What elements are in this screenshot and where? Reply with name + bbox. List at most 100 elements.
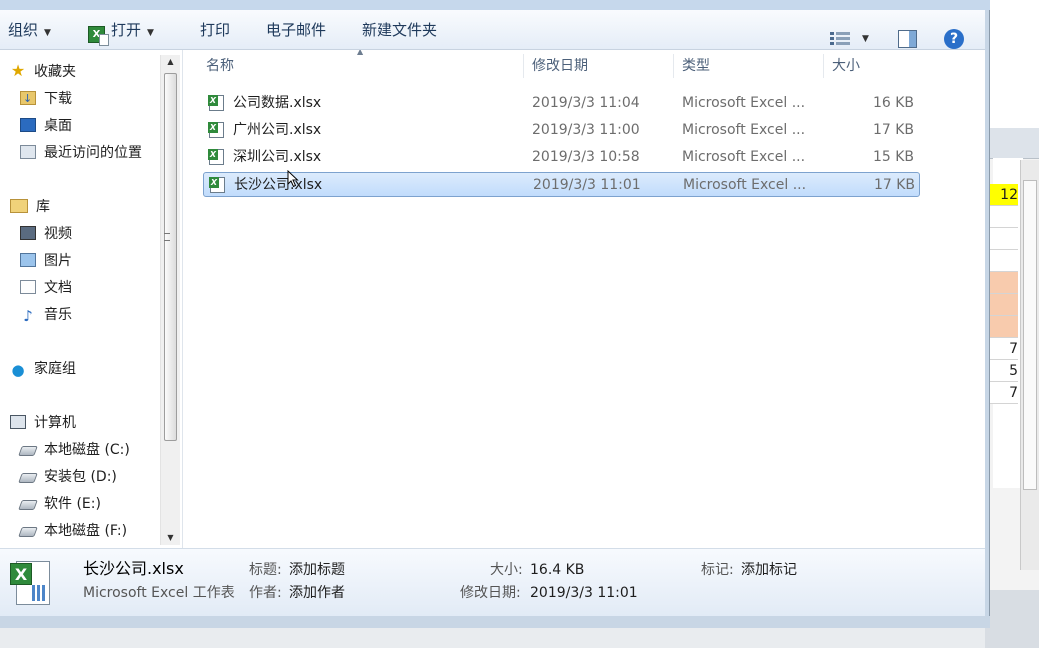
drive-icon — [18, 527, 38, 537]
excel-cell[interactable]: 12 — [990, 184, 1018, 206]
column-divider[interactable] — [673, 54, 674, 78]
nav-item-pictures[interactable]: 图片 — [20, 250, 72, 272]
pictures-icon — [20, 253, 36, 267]
library-icon — [10, 199, 28, 213]
column-header-date[interactable]: 修改日期 — [532, 50, 588, 82]
details-file-type: Microsoft Excel 工作表 — [83, 585, 235, 601]
nav-item-label: 最近访问的位置 — [44, 145, 142, 161]
excel-scroll-thumb[interactable] — [1023, 180, 1037, 490]
file-name: 长沙公司.xlsx — [234, 177, 323, 193]
details-title-label: 标题: — [249, 562, 282, 578]
scroll-down-icon[interactable]: ▼ — [161, 531, 180, 545]
nav-item-label: 软件 (E:) — [44, 496, 101, 512]
drive-icon — [18, 446, 38, 456]
video-icon — [20, 226, 36, 240]
column-header-size[interactable]: 大小 — [832, 50, 860, 82]
excel-file-icon — [208, 122, 224, 138]
nav-item-desktop[interactable]: 桌面 — [20, 115, 72, 137]
file-row-selected[interactable]: 长沙公司.xlsx 2019/3/3 11:01 Microsoft Excel… — [203, 172, 920, 197]
file-type: Microsoft Excel ... — [682, 95, 806, 111]
scroll-up-icon[interactable]: ▲ — [161, 55, 180, 69]
nav-item-computer[interactable]: 计算机 — [10, 412, 76, 434]
nav-scroll-thumb[interactable] — [164, 73, 177, 441]
nav-item-drive-f[interactable]: 本地磁盘 (F:) — [18, 520, 127, 542]
excel-cell[interactable] — [990, 206, 1018, 228]
nav-item-label: 桌面 — [44, 118, 72, 134]
file-date: 2019/3/3 10:58 — [532, 149, 640, 165]
new-folder-button[interactable]: 新建文件夹 — [362, 10, 437, 50]
excel-sheet-tabs — [985, 590, 1039, 648]
nav-item-drive-e[interactable]: 软件 (E:) — [18, 493, 101, 515]
file-date: 2019/3/3 11:00 — [532, 122, 640, 138]
details-modified-value: 2019/3/3 11:01 — [530, 585, 638, 601]
details-tags-label: 标记: — [701, 562, 734, 578]
music-icon: ♪ — [23, 307, 33, 325]
email-button[interactable]: 电子邮件 — [266, 10, 326, 50]
details-modified-label: 修改日期: — [460, 585, 521, 601]
file-row[interactable]: 公司数据.xlsx 2019/3/3 11:04 Microsoft Excel… — [203, 91, 920, 116]
excel-column-header — [985, 128, 1039, 159]
help-icon[interactable]: ? — [944, 29, 964, 49]
file-size: 16 KB — [872, 95, 914, 111]
excel-cell[interactable] — [990, 272, 1018, 294]
computer-icon — [10, 415, 26, 429]
nav-item-label: 库 — [36, 199, 50, 215]
organize-button[interactable]: 组织 ▼ — [8, 10, 51, 50]
excel-vertical-scrollbar[interactable] — [1020, 160, 1039, 570]
open-button[interactable]: X 打开 ▼ — [88, 10, 154, 50]
print-button[interactable]: 打印 — [200, 10, 230, 50]
excel-cell[interactable]: 5 — [990, 360, 1018, 382]
excel-cell[interactable] — [990, 316, 1018, 338]
excel-cell[interactable]: 7 — [990, 382, 1018, 404]
chevron-down-icon[interactable]: ▼ — [862, 34, 869, 44]
drive-icon — [18, 500, 38, 510]
preview-pane-icon[interactable] — [898, 30, 917, 48]
nav-item-label: 图片 — [44, 253, 72, 269]
file-name: 公司数据.xlsx — [233, 95, 322, 111]
nav-item-favorites[interactable]: ★ 收藏夹 — [10, 61, 76, 83]
excel-cell[interactable] — [990, 294, 1018, 316]
chevron-down-icon: ▼ — [147, 28, 154, 38]
dialog-title-strip — [0, 0, 990, 10]
file-size: 15 KB — [872, 149, 914, 165]
column-divider[interactable] — [523, 54, 524, 78]
details-author-field[interactable]: 添加作者 — [289, 583, 345, 603]
drive-icon — [18, 473, 38, 483]
nav-item-recent[interactable]: 最近访问的位置 — [20, 142, 142, 164]
file-list-pane: ▲ 名称 修改日期 类型 大小 公司数据.xlsx 2019/3/3 11:04… — [183, 50, 985, 548]
nav-scrollbar[interactable]: ▲ ▼ — [160, 55, 180, 545]
nav-item-libraries[interactable]: 库 — [10, 196, 50, 218]
nav-item-videos[interactable]: 视频 — [20, 223, 72, 245]
column-divider[interactable] — [823, 54, 824, 78]
excel-cell[interactable]: 7 — [990, 338, 1018, 360]
nav-item-downloads[interactable]: 下载 — [20, 88, 72, 110]
nav-item-drive-d[interactable]: 安装包 (D:) — [18, 466, 117, 488]
file-name: 深圳公司.xlsx — [233, 149, 322, 165]
excel-cell[interactable] — [990, 228, 1018, 250]
star-icon: ★ — [10, 61, 26, 80]
excel-cell[interactable] — [990, 250, 1018, 272]
column-header-name[interactable]: 名称 — [206, 50, 234, 82]
nav-item-music[interactable]: ♪ 音乐 — [20, 304, 72, 326]
column-header-type[interactable]: 类型 — [682, 50, 710, 82]
nav-item-documents[interactable]: 文档 — [20, 277, 72, 299]
chevron-down-icon: ▼ — [44, 28, 51, 38]
mouse-cursor-icon — [287, 170, 299, 188]
excel-icon: X — [88, 26, 109, 46]
nav-item-label: 视频 — [44, 226, 72, 242]
file-size: 17 KB — [872, 122, 914, 138]
open-label: 打开 — [111, 21, 142, 39]
file-date: 2019/3/3 11:01 — [533, 177, 641, 193]
details-tags-field[interactable]: 添加标记 — [741, 560, 797, 580]
view-options-icon[interactable] — [830, 31, 850, 47]
file-row[interactable]: 深圳公司.xlsx 2019/3/3 10:58 Microsoft Excel… — [203, 145, 920, 170]
nav-item-label: 本地磁盘 (C:) — [44, 442, 130, 458]
dialog-bottom-edge — [0, 616, 990, 628]
documents-icon — [20, 280, 36, 294]
nav-item-homegroup[interactable]: ● 家庭组 — [10, 358, 76, 380]
file-row[interactable]: 广州公司.xlsx 2019/3/3 11:00 Microsoft Excel… — [203, 118, 920, 143]
nav-item-drive-c[interactable]: 本地磁盘 (C:) — [18, 439, 130, 461]
details-title-field[interactable]: 添加标题 — [289, 560, 345, 580]
details-pane: X 长沙公司.xlsx Microsoft Excel 工作表 标题: 添加标题… — [0, 548, 985, 616]
file-date: 2019/3/3 11:04 — [532, 95, 640, 111]
